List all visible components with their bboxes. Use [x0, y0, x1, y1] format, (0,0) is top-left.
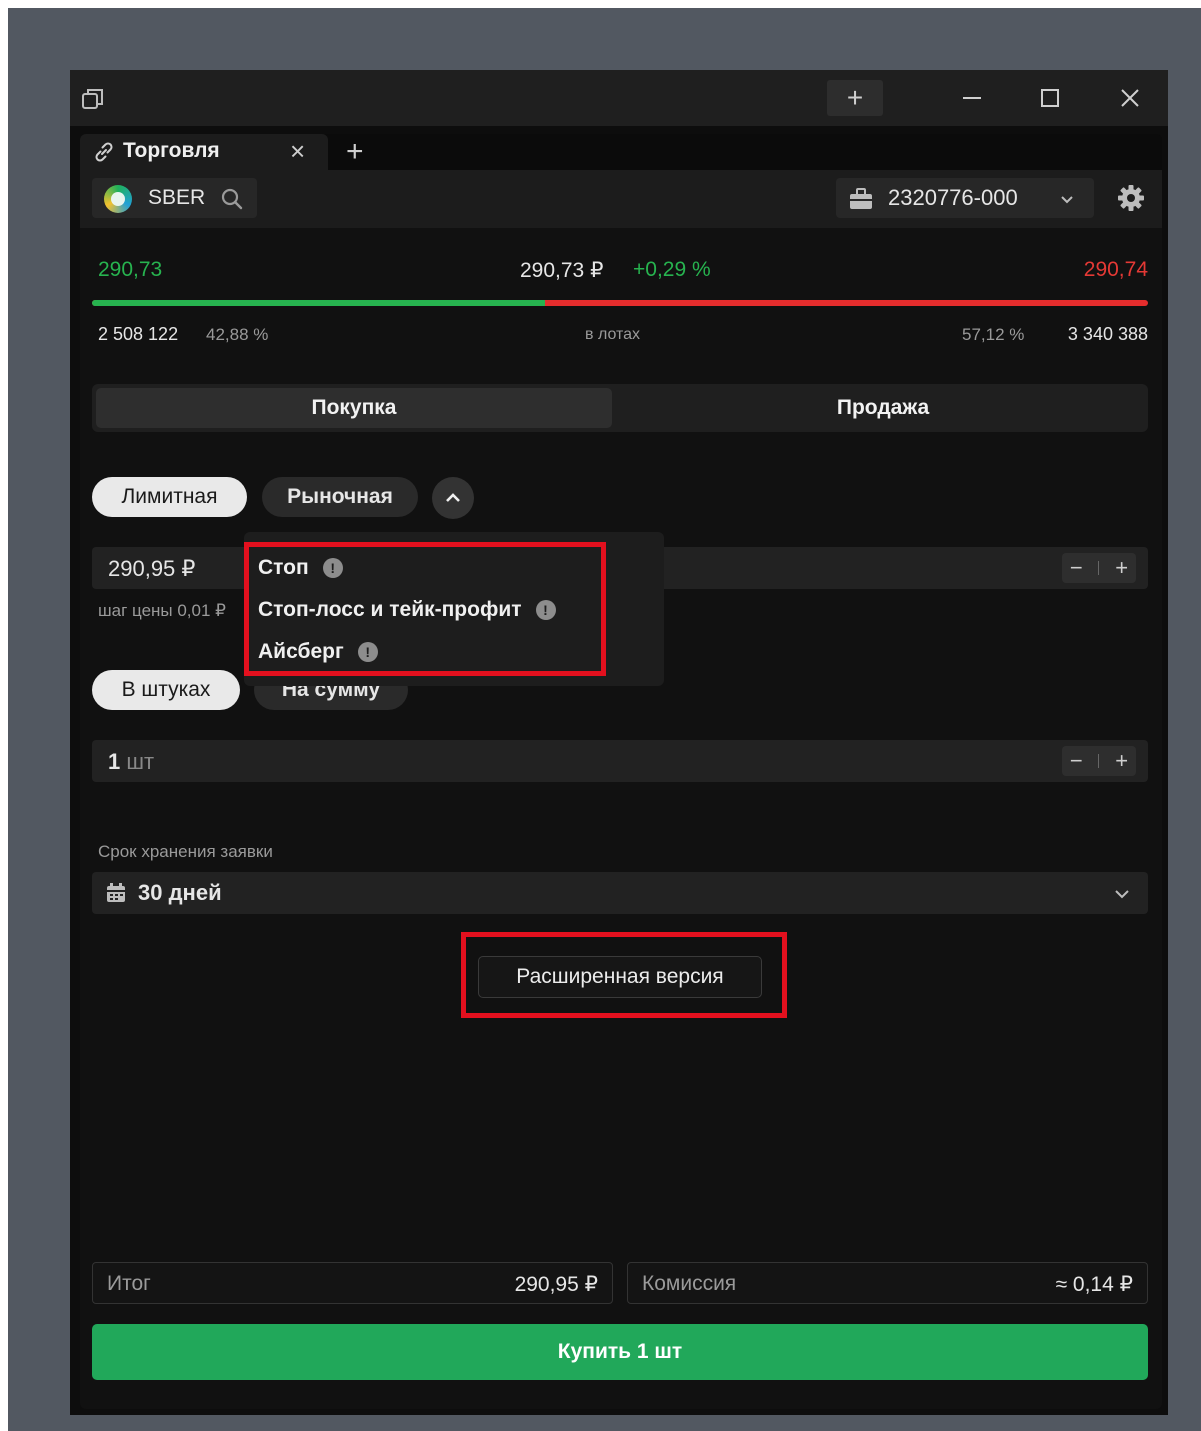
dropdown-item-stop-loss-take-profit[interactable]: Стоп-лосс и тейк-профит ! [258, 598, 556, 622]
dropdown-item-stop[interactable]: Стоп ! [258, 556, 343, 580]
buy-button[interactable]: Купить 1 шт [92, 1324, 1148, 1380]
price-change: +0,29 % [633, 258, 711, 281]
dropdown-item-iceberg[interactable]: Айсберг ! [258, 640, 378, 664]
quantity-text: 1 шт [108, 749, 154, 775]
tab-trading[interactable]: Торговля × [80, 134, 328, 170]
price-stepper[interactable]: − + [1062, 553, 1136, 583]
quantity-unit: шт [120, 749, 155, 774]
bid-volume: 2 508 122 [98, 324, 179, 344]
add-widget-button[interactable]: + [827, 80, 883, 116]
close-window-button[interactable] [1110, 82, 1150, 114]
info-icon[interactable]: ! [322, 558, 343, 578]
account-selector[interactable]: 2320776-000 [836, 178, 1094, 218]
tab-sell[interactable]: Продажа [622, 388, 1144, 428]
chevron-down-icon [1061, 196, 1073, 204]
expiry-value: 30 дней [138, 880, 222, 905]
commission-value: ≈ 0,14 ₽ [1055, 1273, 1133, 1296]
total-field: Итог 290,95 ₽ [92, 1262, 613, 1304]
more-order-types-button[interactable] [432, 477, 474, 519]
tab-close-icon[interactable]: × [290, 138, 305, 164]
side-switch: Покупка Продажа [92, 384, 1148, 432]
quantity-field[interactable]: 1 шт − + [92, 740, 1148, 782]
window-layout-icon[interactable] [80, 86, 106, 112]
briefcase-icon [850, 188, 872, 209]
stepper-divider [1098, 561, 1100, 575]
quantity-value: 1 [108, 749, 121, 774]
trading-window: + Торговля × + SBER 2320776-000 290,73 2… [70, 70, 1168, 1415]
sber-logo-icon [104, 185, 132, 213]
tab-title: Торговля [123, 139, 220, 162]
trading-panel: Торговля × + SBER 2320776-000 290,73 290… [80, 134, 1162, 1409]
price-step-hint: шаг цены 0,01 ₽ [98, 601, 226, 620]
order-type-market[interactable]: Рыночная [262, 477, 418, 517]
info-icon[interactable]: ! [357, 642, 378, 662]
order-types-dropdown: Стоп ! Стоп-лосс и тейк-профит ! Айсберг… [244, 532, 664, 686]
instrument-selector[interactable]: SBER [92, 178, 257, 218]
expiry-select[interactable]: 30 дней [92, 872, 1148, 914]
quantity-increment-button[interactable]: + [1115, 748, 1128, 774]
new-tab-button[interactable]: + [346, 137, 364, 167]
last-price: 290,73 ₽ [520, 259, 604, 282]
minimize-icon [963, 97, 981, 99]
order-book-balance-bar [92, 300, 1148, 306]
total-value: 290,95 ₽ [514, 1273, 598, 1296]
plus-icon: + [846, 82, 864, 113]
volume-unit-label: в лотах [585, 326, 641, 343]
tab-bar: Торговля × + [80, 134, 1162, 170]
ticker-name: SBER [148, 186, 206, 209]
calendar-icon [107, 883, 125, 902]
bid-price[interactable]: 290,73 [98, 258, 162, 282]
order-type-limit[interactable]: Лимитная [92, 477, 247, 517]
ask-price[interactable]: 290,74 [1084, 258, 1148, 282]
dropdown-item-label: Стоп-лосс и тейк-профит [258, 598, 522, 621]
commission-label: Комиссия [642, 1272, 737, 1295]
bid-percent: 42,88 % [206, 325, 269, 344]
amount-mode-pieces[interactable]: В штуках [92, 670, 240, 710]
tab-buy[interactable]: Покупка [96, 388, 612, 428]
chevron-up-icon [446, 493, 460, 502]
total-label: Итог [107, 1272, 151, 1295]
link-icon [95, 142, 113, 162]
bid-share-fill [92, 300, 545, 306]
chevron-down-icon [1115, 890, 1129, 899]
dropdown-item-label: Айсберг [258, 640, 344, 663]
stepper-divider [1098, 754, 1100, 768]
info-icon[interactable]: ! [535, 600, 556, 620]
price-increment-button[interactable]: + [1115, 555, 1128, 581]
window-titlebar: + [70, 70, 1168, 126]
search-icon[interactable] [220, 187, 244, 211]
commission-field: Комиссия ≈ 0,14 ₽ [627, 1262, 1148, 1304]
expiry-label: Срок хранения заявки [98, 842, 273, 861]
minimize-button[interactable] [952, 82, 992, 114]
price-value: 290,95 ₽ [108, 556, 196, 581]
account-number: 2320776-000 [888, 185, 1018, 210]
price-decrement-button[interactable]: − [1070, 555, 1083, 581]
extended-version-button[interactable]: Расширенная версия [478, 956, 762, 998]
gear-icon[interactable] [1116, 183, 1146, 213]
ask-volume: 3 340 388 [1067, 324, 1148, 344]
quantity-decrement-button[interactable]: − [1070, 748, 1083, 774]
maximize-button[interactable] [1030, 82, 1070, 114]
desktop-background: + Торговля × + SBER 2320776-000 290,73 2… [8, 8, 1201, 1431]
instrument-header: SBER 2320776-000 [80, 170, 1162, 228]
maximize-icon [1041, 89, 1059, 107]
close-icon [1121, 89, 1139, 107]
quantity-stepper[interactable]: − + [1062, 746, 1136, 776]
ask-percent: 57,12 % [962, 325, 1025, 344]
dropdown-item-label: Стоп [258, 556, 309, 579]
